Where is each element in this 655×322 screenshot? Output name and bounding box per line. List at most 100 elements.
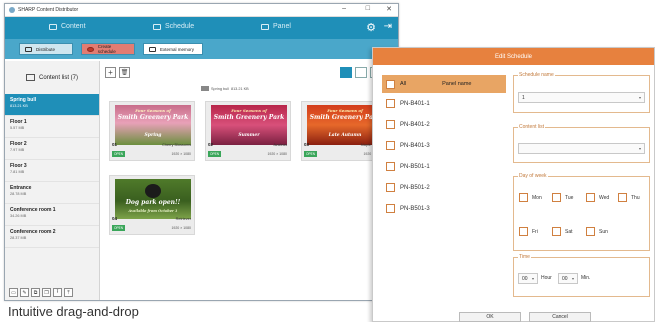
card-number: 01: [112, 142, 118, 147]
schedule-icon: [153, 23, 161, 30]
day-tue[interactable]: Tue: [552, 193, 573, 202]
minimize-button[interactable]: –: [342, 5, 346, 12]
panel-row[interactable]: PN-B401-1: [382, 93, 506, 114]
panel-checkbox[interactable]: [386, 162, 395, 171]
list-item[interactable]: Floor 3 7.81 MB: [5, 160, 99, 182]
view-portrait-icon[interactable]: [355, 67, 367, 78]
day-checkbox[interactable]: [519, 193, 528, 202]
view-wide-icon[interactable]: [340, 67, 352, 78]
panel-checkbox[interactable]: [386, 120, 395, 129]
list-item[interactable]: Conference room 1 34.26 MB: [5, 204, 99, 226]
status-badge: OPEN: [112, 151, 126, 157]
external-memory-button[interactable]: External memory: [143, 43, 203, 55]
close-button[interactable]: ✕: [386, 5, 392, 13]
content-card[interactable]: Four Seasons of Smith Greenery Park Summ…: [205, 101, 291, 161]
edit-icon[interactable]: ✎: [20, 288, 29, 297]
panel-name: PN-B401-3: [400, 142, 430, 149]
item-size: 7.97 MB: [10, 148, 25, 152]
day-sat[interactable]: Sat: [552, 227, 573, 236]
time-group: Time 00 ▾ Hour 00 ▾ Min.: [513, 254, 650, 297]
nav-schedule[interactable]: Schedule: [153, 23, 194, 30]
content-list-select[interactable]: ▾: [518, 143, 645, 154]
exit-icon[interactable]: ⇥: [384, 21, 392, 32]
day-sun[interactable]: Sun: [586, 227, 608, 236]
content-grid: Four Seasons of Smith Greenery Park Spri…: [109, 101, 398, 235]
item-size: 28.78 MB: [10, 192, 27, 196]
day-wed[interactable]: Wed: [586, 193, 609, 202]
title-bar: SHARP Content Distributor – □ ✕: [5, 4, 398, 17]
card-title: Retriever: [175, 217, 191, 221]
sub-nav: Distribute Create schedule External memo…: [5, 39, 398, 59]
panel-checkbox[interactable]: [386, 99, 395, 108]
create-schedule-button[interactable]: Create schedule: [81, 43, 135, 55]
panel-row[interactable]: PN-B501-1: [382, 156, 506, 177]
list-item[interactable]: Floor 1 5.57 MB: [5, 116, 99, 138]
day-checkbox[interactable]: [552, 193, 561, 202]
item-size: 813.21 KB: [10, 104, 28, 108]
day-thu[interactable]: Thu: [618, 193, 640, 202]
hour-value: 00: [522, 275, 528, 282]
app-icon: [9, 7, 15, 13]
chevron-down-icon: ▾: [638, 95, 641, 100]
nav-panel-label: Panel: [273, 23, 291, 30]
panel-name: PN-B501-1: [400, 163, 430, 170]
list-icon: [25, 74, 35, 81]
main-window: SHARP Content Distributor – □ ✕ Content …: [4, 3, 399, 301]
hour-select[interactable]: 00 ▾: [518, 273, 538, 284]
list-item[interactable]: Floor 2 7.97 MB: [5, 138, 99, 160]
day-checkbox[interactable]: [618, 193, 627, 202]
panel-row[interactable]: PN-B501-3: [382, 198, 506, 219]
day-fri[interactable]: Fri: [519, 227, 538, 236]
cancel-button[interactable]: Cancel: [529, 312, 591, 322]
panel-icon: [261, 23, 269, 30]
distribute-button[interactable]: Distribute: [19, 43, 73, 55]
panel-row[interactable]: PN-B501-2: [382, 177, 506, 198]
content-list-title: Content list (7): [38, 74, 78, 81]
schedule-name-select[interactable]: 1 ▾: [518, 92, 645, 103]
all-label: All: [400, 81, 407, 87]
chevron-down-icon: ▾: [638, 146, 641, 151]
panel-row[interactable]: PN-B401-3: [382, 135, 506, 156]
day-checkbox[interactable]: [519, 227, 528, 236]
maximize-button[interactable]: □: [366, 5, 370, 12]
gear-icon[interactable]: ⚙: [366, 21, 376, 34]
nav-panel[interactable]: Panel: [261, 23, 291, 30]
content-card[interactable]: Four Seasons of Smith Greenery Park Spri…: [109, 101, 195, 161]
card-number: 04: [112, 216, 118, 221]
thumb-line3: Summer: [238, 133, 260, 138]
select-all-checkbox[interactable]: [386, 79, 395, 89]
item-size: 7.81 MB: [10, 170, 25, 174]
panel-checkbox[interactable]: [386, 141, 395, 150]
thumb-line2: Smith Greenery Park: [117, 114, 189, 121]
cherry-blossom-thumbnail: Four Seasons of Smith Greenery Park Spri…: [115, 105, 191, 145]
panel-checkbox[interactable]: [386, 204, 395, 213]
content-card[interactable]: Dog park open!! Available from October 1…: [109, 175, 195, 235]
list-item[interactable]: Spring bull 813.21 KB: [5, 94, 99, 116]
add-icon[interactable]: +: [105, 67, 116, 78]
status-badge: OPEN: [112, 225, 126, 231]
card-title: Cherry Blossoms: [162, 143, 191, 147]
day-checkbox[interactable]: [586, 227, 595, 236]
export-icon[interactable]: ⤒: [64, 288, 73, 297]
external-memory-label: External memory: [160, 46, 195, 52]
item-name: Floor 2: [10, 141, 27, 147]
ok-button[interactable]: OK: [459, 312, 521, 322]
content-list-group: Content list ▾: [513, 124, 650, 163]
upload-icon[interactable]: ⭱: [53, 288, 62, 297]
day-checkbox[interactable]: [552, 227, 561, 236]
copy-icon[interactable]: ⧉: [31, 288, 40, 297]
list-item[interactable]: Conference room 2 28.37 MB: [5, 226, 99, 248]
minute-select[interactable]: 00 ▾: [558, 273, 578, 284]
new-icon[interactable]: ▭: [9, 288, 18, 297]
day-checkbox[interactable]: [586, 193, 595, 202]
schedule-name-value: 1: [522, 94, 525, 101]
day-mon[interactable]: Mon: [519, 193, 542, 202]
panel-checkbox[interactable]: [386, 183, 395, 192]
duplicate-icon[interactable]: ❐: [42, 288, 51, 297]
day-label: Sat: [565, 228, 573, 235]
trash-icon[interactable]: 🗑: [119, 67, 130, 78]
nav-content[interactable]: Content: [49, 23, 86, 30]
panel-row[interactable]: PN-B401-2: [382, 114, 506, 135]
list-item[interactable]: Entrance 28.78 MB: [5, 182, 99, 204]
content-icon: [49, 23, 57, 30]
